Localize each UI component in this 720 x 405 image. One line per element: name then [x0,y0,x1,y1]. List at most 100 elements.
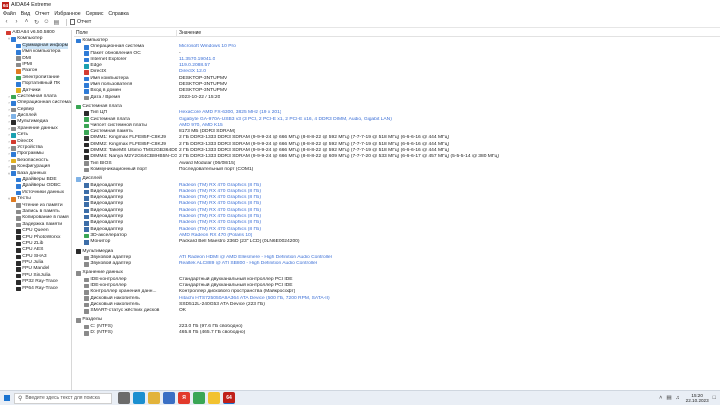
navigation-tree: AIDA64 v6.50.5800 ˅ Компьютер Суммарная инф… [0,30,72,390]
section-icon [76,249,81,254]
row-field: Коммуникационный порт [74,167,177,173]
row-icon [84,261,89,267]
table-row[interactable]: Звуковой адаптер Realtek ALC889 @ ATI SB8… [74,261,720,267]
table-row[interactable]: Дата / Время 2023-10-22 / 15:20 [74,95,720,101]
taskbar-task-view-icon[interactable] [118,392,130,404]
taskbar-yandex-icon[interactable]: Я [178,392,190,404]
taskbar-yandex-browser-icon[interactable] [208,392,220,404]
tree-item-icon [11,37,16,42]
search-placeholder: Введите здесь текст для поиска [25,395,100,401]
row-field-label: SMART-статус жёстких дисков [90,308,160,314]
report-icon [70,19,75,25]
volume-icon[interactable]: ♫ [676,395,680,401]
tree-item-icon [11,94,16,100]
chart-icon[interactable]: ▤ [53,19,60,26]
chevron-up-icon[interactable]: ˄ [659,395,662,401]
taskbar-chrome-icon[interactable] [193,392,205,404]
row-value[interactable]: Realtek ALC889 @ ATI SB800 - High Defini… [177,261,317,267]
network-icon[interactable]: ▤ [666,395,671,401]
toolbar: ‹ › ˄ ↻ ☺ ▤ Отчет [0,17,720,28]
taskbar-edge-icon[interactable] [133,392,145,404]
notifications-icon[interactable]: □ [713,395,716,401]
row-icon [84,277,89,283]
row-field-label: D: (NTFS) [90,330,113,336]
row-field-label: Коммуникационный порт [90,166,148,172]
report-button-label: Отчет [77,19,92,25]
row-value: 2023-10-22 / 15:20 [179,94,221,100]
system-tray: ˄ ▤ ♫ 15:20 22.10.2023 □ [655,393,720,404]
tree-item-icon [11,101,16,106]
forward-icon[interactable]: › [13,19,20,26]
menu-item-4[interactable]: Сервис [86,11,104,17]
tree-item-icon [11,120,16,125]
tree-item-icon [16,88,21,93]
tree-item-icon [16,50,21,55]
tree-item-icon [11,139,16,145]
row-icon [84,195,89,201]
row-icon [84,227,89,233]
refresh-icon[interactable]: ↻ [33,19,40,26]
row-icon [84,148,89,154]
taskbar-store-icon[interactable] [163,392,175,404]
row-icon [84,117,89,122]
row-icon [84,95,89,101]
taskbar-explorer-icon[interactable] [148,392,160,404]
table-row[interactable]: SMART-статус жёстких дисков OK [74,308,720,314]
tree-item-icon [16,184,21,189]
start-button[interactable] [0,391,14,405]
row-icon [84,202,89,207]
taskbar-apps: Я 64 [118,392,238,404]
tree-item-icon [16,254,21,260]
windows-icon [4,395,10,401]
column-value[interactable]: Значение [177,30,201,36]
table-row[interactable]: Коммуникационный порт Последовательный по… [74,167,720,173]
menu-bar: Файл Вид Отчет Избранное Сервис Справка [0,10,720,17]
row-field: Звуковой адаптер [74,261,177,267]
tree-item-icon [16,177,21,183]
section-icon [76,38,81,44]
tree-item[interactable]: FP64 Ray-Trace [0,286,71,292]
column-field[interactable]: Поле [74,30,177,36]
tree-item-icon [16,280,21,285]
row-icon [84,240,89,245]
user-icon[interactable]: ☺ [43,19,50,26]
row-value[interactable]: Microsoft Windows 10 Pro [177,44,236,50]
row-value: 465.8 ГБ (465.7 ГБ свободно) [179,330,246,336]
table-row[interactable]: Монитор Packard Bell Maestro 236D [23" LC… [74,239,720,245]
up-icon[interactable]: ˄ [23,19,30,26]
row-icon [84,208,89,214]
tree-item-icon [16,75,21,81]
row-icon [84,51,89,57]
row-value: Последовательный порт (COM1) [179,166,254,172]
row-icon [84,324,89,330]
tree-item-icon [16,69,21,74]
row-icon [84,309,89,314]
taskbar-search-input[interactable]: ⚲ Введите здесь текст для поиска [14,392,112,404]
section-icon [76,271,81,276]
report-button[interactable]: Отчет [70,19,91,25]
details-list: Компьютер Операционная система Microsoft W… [74,38,720,336]
menu-item-5[interactable]: Справка [108,11,128,17]
taskbar-aida64-icon[interactable]: 64 [223,392,235,404]
row-icon [84,161,89,167]
row-icon [84,111,89,116]
row-icon [84,233,89,239]
tree-item-icon [11,152,16,157]
menu-item-1[interactable]: Вид [21,11,30,17]
table-row[interactable]: D: (NTFS) 465.8 ГБ (465.7 ГБ свободно) [74,330,720,336]
row-icon [84,142,89,148]
menu-item-2[interactable]: Отчет [35,11,49,17]
back-icon[interactable]: ‹ [3,19,10,26]
window-title: AIDA64 Extreme [11,2,52,8]
tree-item-icon [16,235,21,240]
title-bar: 64 AIDA64 Extreme [0,0,720,10]
tree-item-icon [11,133,16,138]
tree-item-icon [16,209,21,215]
menu-item-0[interactable]: Файл [3,11,16,17]
clock[interactable]: 15:20 22.10.2023 [686,393,709,404]
tree-item-icon [11,126,16,132]
menu-item-3[interactable]: Избранное [54,11,80,17]
row-icon [84,255,89,261]
row-icon [84,302,89,308]
row-icon [84,136,89,141]
